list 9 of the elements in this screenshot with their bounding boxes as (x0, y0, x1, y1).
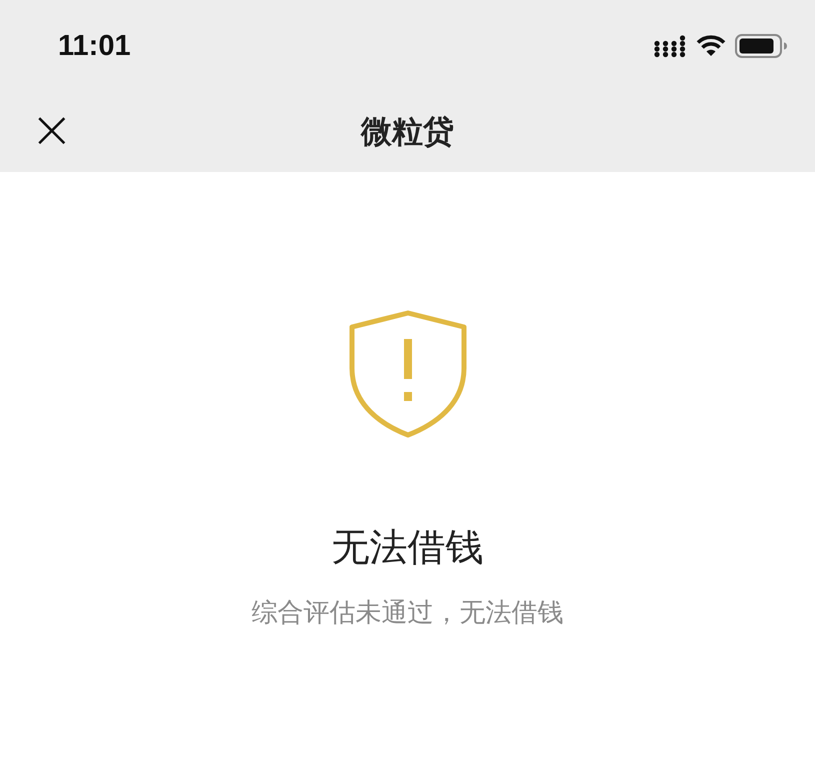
result-message: 综合评估未通过，无法借钱 (252, 597, 564, 630)
result-title: 无法借钱 (332, 524, 484, 571)
status-time: 11:01 (58, 30, 131, 62)
wifi-icon (695, 34, 727, 58)
close-button[interactable]: × (26, 104, 78, 156)
signal-icon (653, 34, 687, 58)
battery-icon (735, 33, 789, 59)
page-title: 微粒贷 (361, 113, 454, 152)
warning-shield-icon (348, 310, 466, 438)
